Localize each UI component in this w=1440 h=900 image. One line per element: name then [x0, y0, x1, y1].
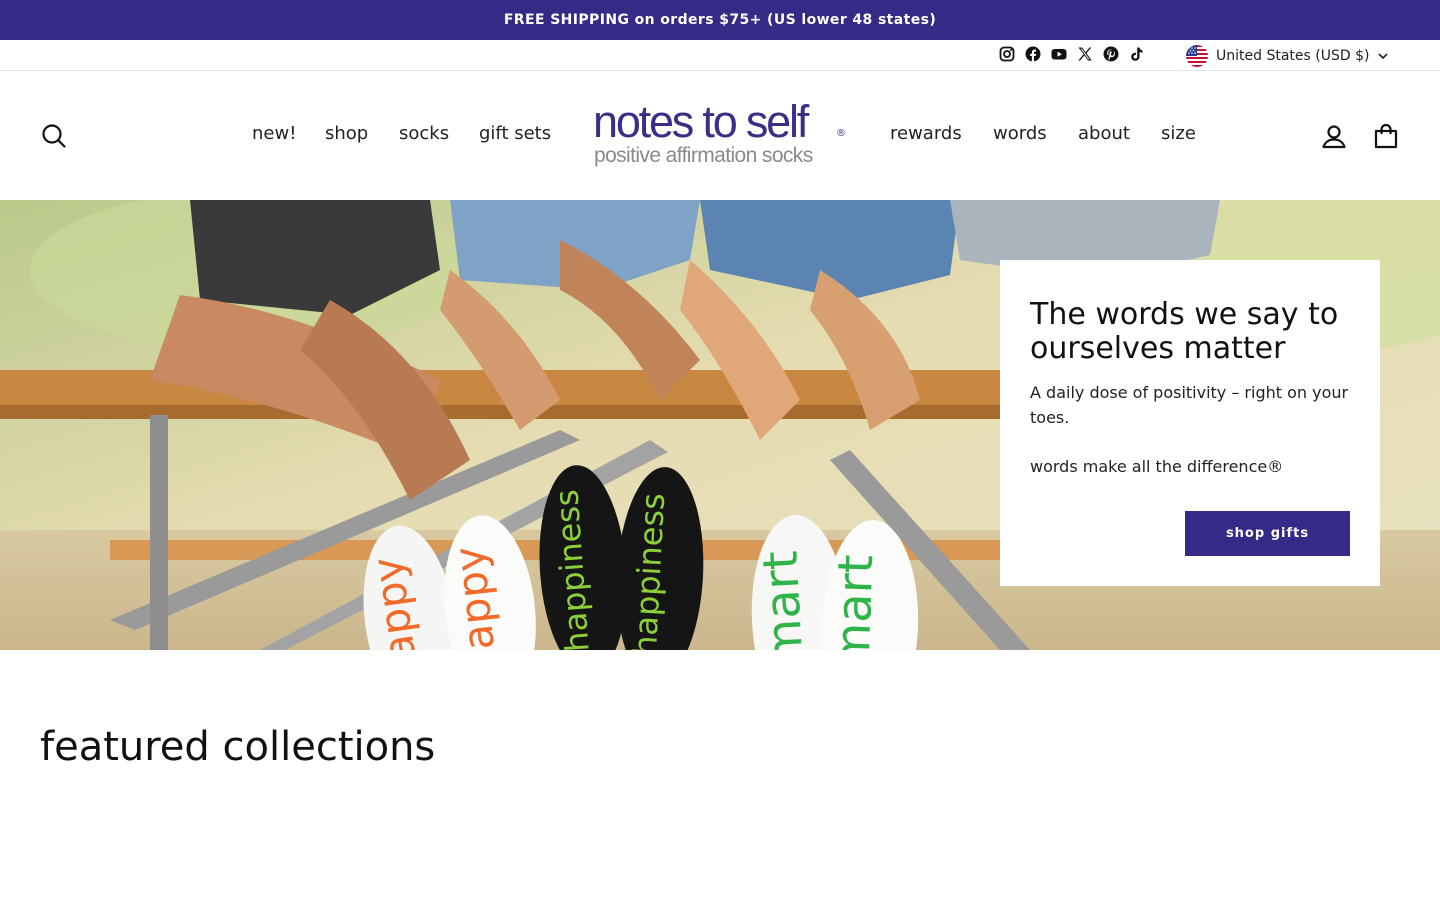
announcement-text: FREE SHIPPING on orders $75+ (US lower 4…	[503, 12, 937, 28]
tiktok-icon[interactable]	[1128, 45, 1146, 63]
hero-tagline: words make all the difference®	[1030, 457, 1284, 476]
utility-bar: United States (USD $)	[0, 40, 1440, 71]
sock-word: smart	[752, 550, 815, 650]
facebook-icon[interactable]	[1024, 45, 1042, 63]
logo-tagline: positive affirmation socks	[594, 144, 813, 167]
hero-card: The words we say to ourselves matter A d…	[1000, 260, 1380, 586]
sock-word: smart	[824, 554, 885, 650]
sock-word: happiness	[626, 492, 672, 650]
nav-words[interactable]: words	[993, 122, 1047, 146]
shop-gifts-button[interactable]: shop gifts	[1185, 511, 1350, 556]
pinterest-icon[interactable]	[1102, 45, 1120, 63]
search-icon[interactable]	[40, 122, 68, 150]
nav-new[interactable]: new!	[252, 122, 296, 146]
locale-selector[interactable]: United States (USD $)	[1186, 44, 1389, 68]
announcement-bar: FREE SHIPPING on orders $75+ (US lower 4…	[0, 0, 1440, 40]
nav-socks[interactable]: socks	[399, 122, 449, 146]
account-icon[interactable]	[1320, 122, 1348, 150]
social-links	[998, 45, 1146, 63]
nav-about[interactable]: about	[1078, 122, 1130, 146]
youtube-icon[interactable]	[1050, 45, 1068, 63]
x-icon[interactable]	[1076, 45, 1094, 63]
hero-text: A daily dose of positivity – right on yo…	[1030, 383, 1349, 427]
locale-label: United States (USD $)	[1216, 48, 1370, 64]
nav-size[interactable]: size	[1161, 122, 1196, 146]
logo-registered-mark: ®	[836, 128, 846, 139]
hero-title: The words we say to ourselves matter	[1030, 297, 1339, 366]
site-header: new! shop socks gift sets notes to self …	[0, 72, 1440, 200]
chevron-down-icon	[1377, 50, 1389, 62]
us-flag-icon	[1186, 45, 1208, 67]
cart-icon[interactable]	[1372, 122, 1400, 150]
instagram-icon[interactable]	[998, 45, 1016, 63]
site-logo[interactable]: notes to self ® positive affirmation soc…	[590, 98, 850, 170]
nav-shop[interactable]: shop	[325, 122, 368, 146]
nav-rewards[interactable]: rewards	[890, 122, 962, 146]
nav-gift-sets[interactable]: gift sets	[479, 122, 551, 146]
logo-wordmark: notes to self	[593, 96, 809, 147]
featured-collections-title: featured collections	[40, 724, 436, 770]
